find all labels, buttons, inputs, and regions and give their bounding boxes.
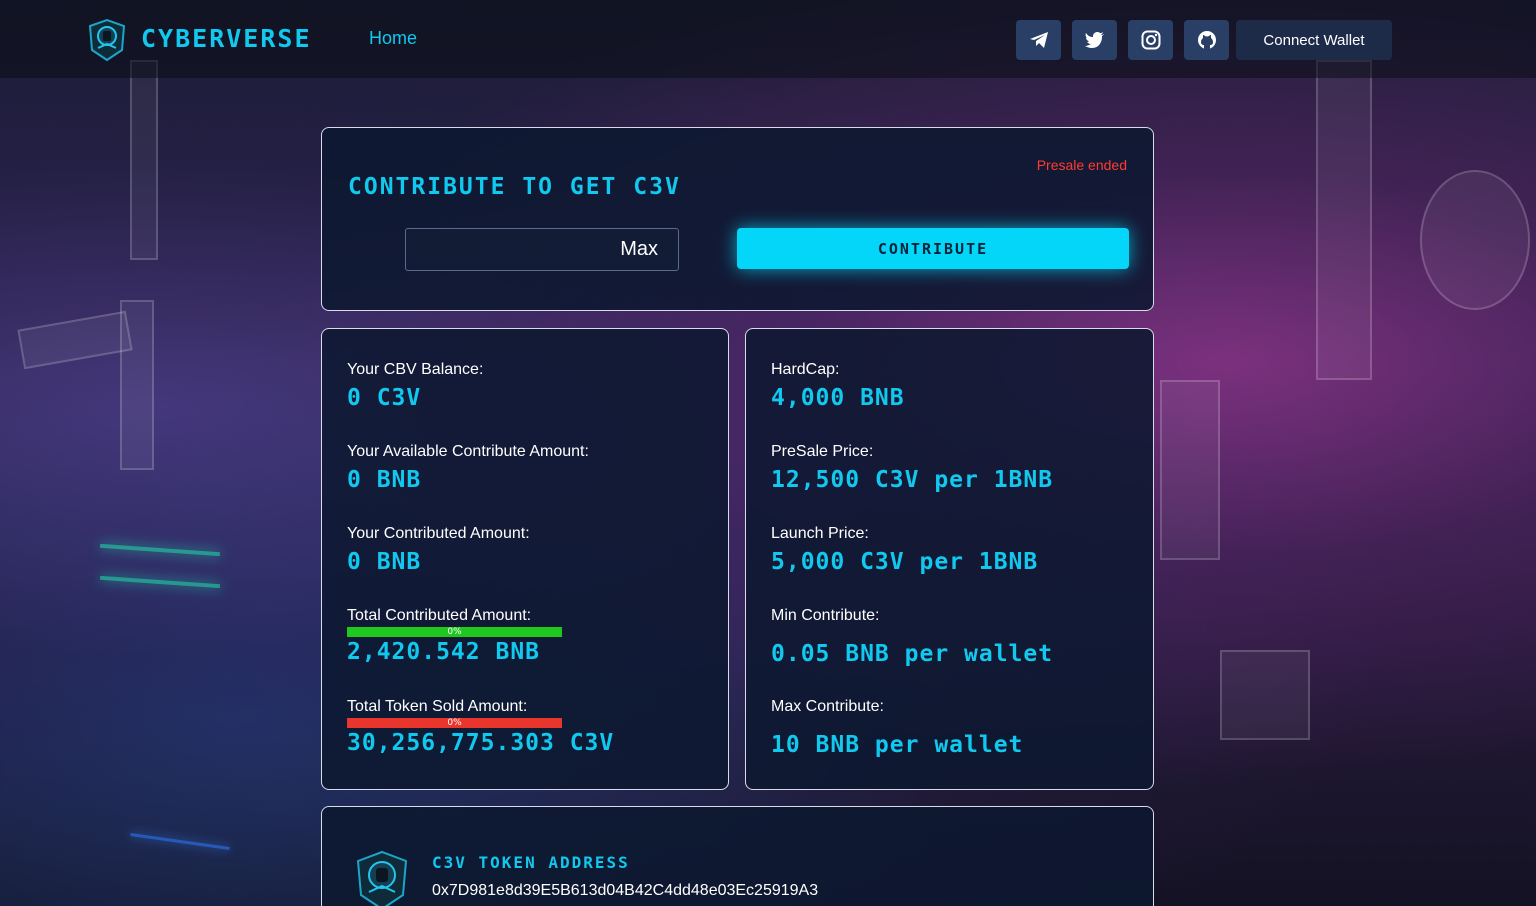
total-contributed-value: 2,420.542 BNB [347, 639, 541, 665]
max-contribute-label: Max Contribute: [771, 698, 884, 715]
presale-status: Presale ended [1036, 157, 1127, 173]
twitter-icon [1084, 32, 1104, 48]
min-contribute-value: 0.05 BNB per wallet [771, 641, 1054, 667]
contributed-value: 0 BNB [347, 549, 422, 575]
total-sold-stat: Total Token Sold Amount: 0% 30,256,775.3… [347, 698, 614, 756]
token-address-title: C3V Token Address [432, 853, 630, 872]
total-sold-progress-bar: 0% [347, 718, 562, 728]
presale-price-value: 12,500 C3V per 1BNB [771, 467, 1054, 493]
twitter-button[interactable] [1072, 20, 1117, 60]
min-contribute-label: Min Contribute: [771, 607, 880, 624]
balance-label: Your CBV Balance: [347, 361, 484, 378]
token-address-card: C3V Token Address 0x7D981e8d39E5B613d04B… [321, 806, 1154, 906]
amount-input-wrapper: Max [405, 228, 679, 271]
total-sold-label: Total Token Sold Amount: [347, 698, 528, 715]
max-button[interactable]: Max [620, 238, 658, 261]
github-icon [1197, 31, 1216, 49]
instagram-icon [1141, 30, 1160, 50]
available-label: Your Available Contribute Amount: [347, 443, 589, 460]
contributed-stat: Your Contributed Amount: 0 BNB [347, 525, 530, 575]
cyberverse-logo-icon[interactable] [84, 16, 130, 62]
nav-home-link[interactable]: Home [369, 28, 417, 49]
user-stats-card: Your CBV Balance: 0 C3V Your Available C… [321, 328, 729, 790]
available-value: 0 BNB [347, 467, 422, 493]
token-logo-icon [350, 847, 414, 906]
total-contributed-progress-bar: 0% [347, 627, 562, 637]
brand-name[interactable]: CYBERVERSE [141, 24, 312, 53]
total-contributed-label: Total Contributed Amount: [347, 607, 532, 624]
token-address-value[interactable]: 0x7D981e8d39E5B613d04B42C4dd48e03Ec25919… [432, 882, 818, 900]
launch-price-label: Launch Price: [771, 525, 869, 542]
launch-price-value: 5,000 C3V per 1BNB [771, 549, 1039, 575]
connect-wallet-button[interactable]: Connect Wallet [1236, 20, 1392, 60]
telegram-icon [1029, 32, 1048, 48]
max-contribute-stat: Max Contribute: 10 BNB per wallet [771, 698, 1023, 758]
hardcap-value: 4,000 BNB [771, 385, 905, 411]
presale-price-stat: PreSale Price: 12,500 C3V per 1BNB [771, 443, 1053, 493]
instagram-button[interactable] [1128, 20, 1173, 60]
contribute-card: Contribute to get C3V Presale ended Max … [321, 127, 1154, 311]
hardcap-stat: HardCap: 4,000 BNB [771, 361, 905, 411]
contribute-button[interactable]: contribute [737, 228, 1129, 269]
presale-price-label: PreSale Price: [771, 443, 874, 460]
contributed-label: Your Contributed Amount: [347, 525, 530, 542]
balance-stat: Your CBV Balance: 0 C3V [347, 361, 483, 411]
hardcap-label: HardCap: [771, 361, 840, 378]
top-navbar: CYBERVERSE Home Connect Wallet [0, 0, 1536, 78]
github-button[interactable] [1184, 20, 1229, 60]
amount-input[interactable] [406, 229, 596, 270]
balance-value: 0 C3V [347, 385, 422, 411]
telegram-button[interactable] [1016, 20, 1061, 60]
sale-info-card: HardCap: 4,000 BNB PreSale Price: 12,500… [745, 328, 1154, 790]
available-stat: Your Available Contribute Amount: 0 BNB [347, 443, 589, 493]
min-contribute-stat: Min Contribute: 0.05 BNB per wallet [771, 607, 1053, 667]
max-contribute-value: 10 BNB per wallet [771, 732, 1024, 758]
launch-price-stat: Launch Price: 5,000 C3V per 1BNB [771, 525, 1038, 575]
contribute-title: Contribute to get C3V [348, 174, 681, 200]
total-sold-value: 30,256,775.303 C3V [347, 730, 615, 756]
total-contributed-stat: Total Contributed Amount: 0% 2,420.542 B… [347, 607, 562, 665]
